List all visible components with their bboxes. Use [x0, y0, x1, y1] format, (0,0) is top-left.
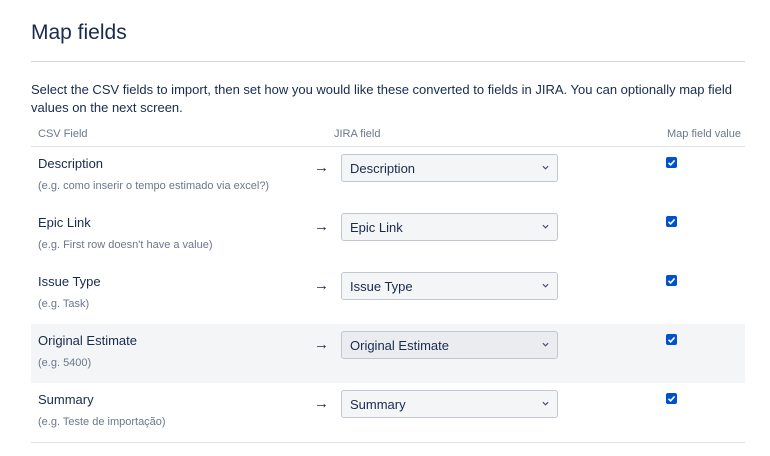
chevron-down-icon [542, 224, 549, 229]
chevron-down-icon [542, 401, 549, 406]
check-icon [667, 277, 676, 284]
table-row: Description (e.g. como inserir o tempo e… [31, 147, 745, 206]
table-row: Original Estimate (e.g. 5400) → Original… [31, 324, 745, 383]
table-row: Epic Link (e.g. First row doesn't have a… [31, 206, 745, 265]
mapping-arrow: → [314, 218, 329, 235]
check-icon [667, 395, 676, 402]
jira-field-select[interactable]: Description [341, 154, 558, 182]
jira-field-select[interactable]: Issue Type [341, 272, 558, 300]
check-icon [667, 159, 676, 166]
csv-field-name: Description [38, 156, 104, 171]
map-field-value-checkbox[interactable] [666, 157, 677, 168]
table-row: Issue Type (e.g. Task) → Issue Type [31, 265, 745, 324]
mapping-arrow: → [314, 159, 329, 176]
header-csv-field: CSV Field [38, 128, 88, 140]
chevron-down-icon [542, 283, 549, 288]
intro-text: Select the CSV fields to import, then se… [31, 82, 732, 115]
jira-field-select-value: Epic Link [350, 220, 403, 235]
check-icon [667, 336, 676, 343]
csv-field-name: Summary [38, 392, 94, 407]
csv-field-example: (e.g. Task) [38, 298, 90, 310]
mapping-arrow: → [314, 336, 329, 353]
jira-field-select[interactable]: Summary [341, 390, 558, 418]
chevron-down-icon [542, 165, 549, 170]
map-field-value-checkbox[interactable] [666, 275, 677, 286]
csv-field-name: Epic Link [38, 215, 91, 230]
field-mapping-table: CSV Field JIRA field Map field value Des… [31, 124, 745, 443]
jira-field-select-value: Original Estimate [350, 338, 449, 353]
csv-field-name: Original Estimate [38, 333, 137, 348]
check-icon [667, 218, 676, 225]
map-field-value-checkbox[interactable] [666, 334, 677, 345]
csv-field-name: Issue Type [38, 274, 101, 289]
header-map-field-value: Map field value [667, 128, 741, 140]
csv-field-example: (e.g. Teste de importação) [38, 416, 166, 428]
jira-field-select[interactable]: Epic Link [341, 213, 558, 241]
table-row: Summary (e.g. Teste de importação) → Sum… [31, 383, 745, 443]
mapping-arrow: → [314, 395, 329, 412]
map-field-value-checkbox[interactable] [666, 216, 677, 227]
map-field-value-checkbox[interactable] [666, 393, 677, 404]
csv-field-example: (e.g. First row doesn't have a value) [38, 239, 213, 251]
chevron-down-icon [542, 342, 549, 347]
table-header: CSV Field JIRA field Map field value [31, 124, 745, 147]
jira-field-select-value: Issue Type [350, 279, 413, 294]
mapping-arrow: → [314, 277, 329, 294]
csv-field-example: (e.g. como inserir o tempo estimado via … [38, 180, 270, 192]
jira-field-select-value: Description [350, 161, 416, 176]
jira-field-select[interactable]: Original Estimate [341, 331, 558, 359]
map-fields-page: Map fields Select the CSV fields to impo… [0, 0, 770, 456]
header-jira-field: JIRA field [334, 128, 381, 140]
jira-field-select-value: Summary [350, 397, 406, 412]
page-title: Map fields [31, 21, 127, 44]
csv-field-example: (e.g. 5400) [38, 357, 92, 369]
title-divider [31, 61, 745, 62]
